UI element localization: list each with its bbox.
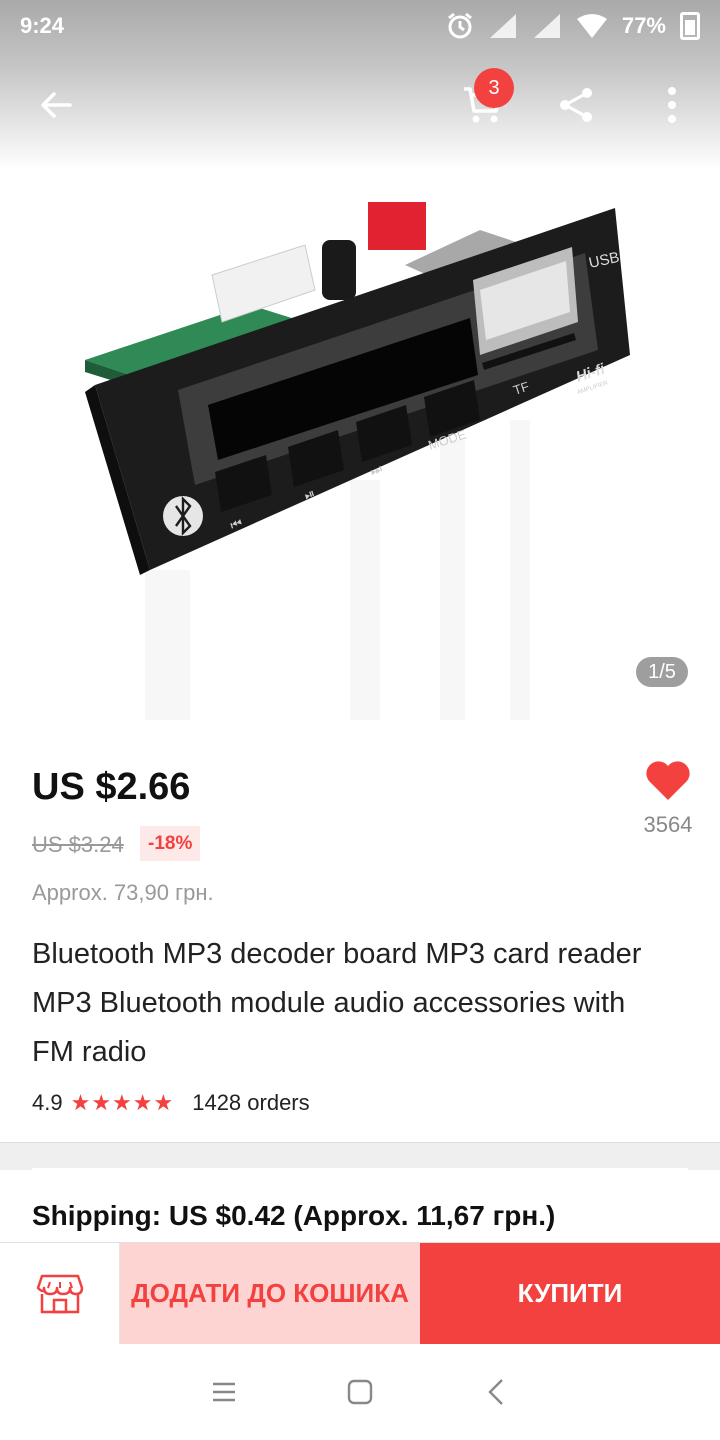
more-vertical-icon bbox=[668, 87, 676, 123]
system-nav-bar bbox=[0, 1344, 720, 1440]
more-options-button[interactable] bbox=[644, 77, 700, 133]
battery-percent: 77% bbox=[621, 13, 666, 38]
image-pager: 1/5 bbox=[636, 657, 688, 687]
menu-icon bbox=[213, 1382, 235, 1402]
signal-icon-2 bbox=[533, 14, 560, 38]
orders-count: 1428 orders bbox=[192, 1090, 310, 1115]
buy-now-button[interactable]: КУПИТИ bbox=[420, 1243, 720, 1344]
discount-badge: -18% bbox=[140, 826, 201, 861]
original-price: US $3.24 bbox=[32, 832, 124, 857]
product-image[interactable]: USB Hi-fi AMPLIFIER TF MODE ⏮ ⏯ ⏭ bbox=[0, 150, 720, 720]
status-bar: 9:24 77% bbox=[0, 0, 720, 52]
section-divider bbox=[0, 1142, 720, 1170]
rating-stars: ★★★★★ bbox=[70, 1090, 175, 1115]
home-button[interactable] bbox=[342, 1374, 378, 1410]
bottom-action-bar: ДОДАТИ ДО КОШИКА КУПИТИ bbox=[0, 1242, 720, 1344]
approx-price: Approx. 73,90 грн. bbox=[32, 880, 214, 905]
rating-row[interactable]: 4.9 ★★★★★ 1428 orders bbox=[32, 1090, 310, 1116]
wifi-icon bbox=[576, 14, 607, 38]
product-title: Bluetooth MP3 decoder board MP3 card rea… bbox=[32, 938, 642, 1068]
system-back-button[interactable] bbox=[478, 1374, 514, 1410]
share-button[interactable] bbox=[548, 77, 604, 133]
status-icons: 77% bbox=[446, 12, 700, 40]
shipping-separator bbox=[32, 1168, 688, 1170]
home-square-icon bbox=[347, 1379, 373, 1405]
wishlist-count: 3564 bbox=[643, 812, 693, 837]
shipping-info[interactable]: Shipping: US $0.42 (Approx. 11,67 грн.) bbox=[32, 1200, 555, 1232]
app-bar: 3 bbox=[0, 60, 720, 150]
recent-apps-button[interactable] bbox=[206, 1374, 242, 1410]
store-button[interactable] bbox=[0, 1243, 120, 1344]
wishlist-button[interactable]: 3564 bbox=[636, 760, 700, 838]
heart-icon bbox=[646, 761, 690, 800]
current-price: US $2.66 bbox=[32, 766, 191, 808]
alarm-icon bbox=[448, 12, 472, 39]
share-icon bbox=[560, 88, 592, 122]
signal-icon bbox=[489, 14, 516, 38]
back-button[interactable] bbox=[28, 77, 84, 133]
mp3-board-image: USB Hi-fi AMPLIFIER TF MODE ⏮ ⏯ ⏭ bbox=[85, 202, 630, 720]
store-icon bbox=[36, 1274, 83, 1313]
battery-icon bbox=[680, 12, 700, 40]
add-to-cart-button[interactable]: ДОДАТИ ДО КОШИКА bbox=[120, 1243, 420, 1344]
cart-count-badge: 3 bbox=[474, 68, 514, 108]
rating-value: 4.9 bbox=[32, 1090, 63, 1115]
back-arrow-icon bbox=[41, 92, 72, 118]
status-time: 9:24 bbox=[20, 13, 65, 38]
nav-back-icon bbox=[488, 1379, 503, 1405]
